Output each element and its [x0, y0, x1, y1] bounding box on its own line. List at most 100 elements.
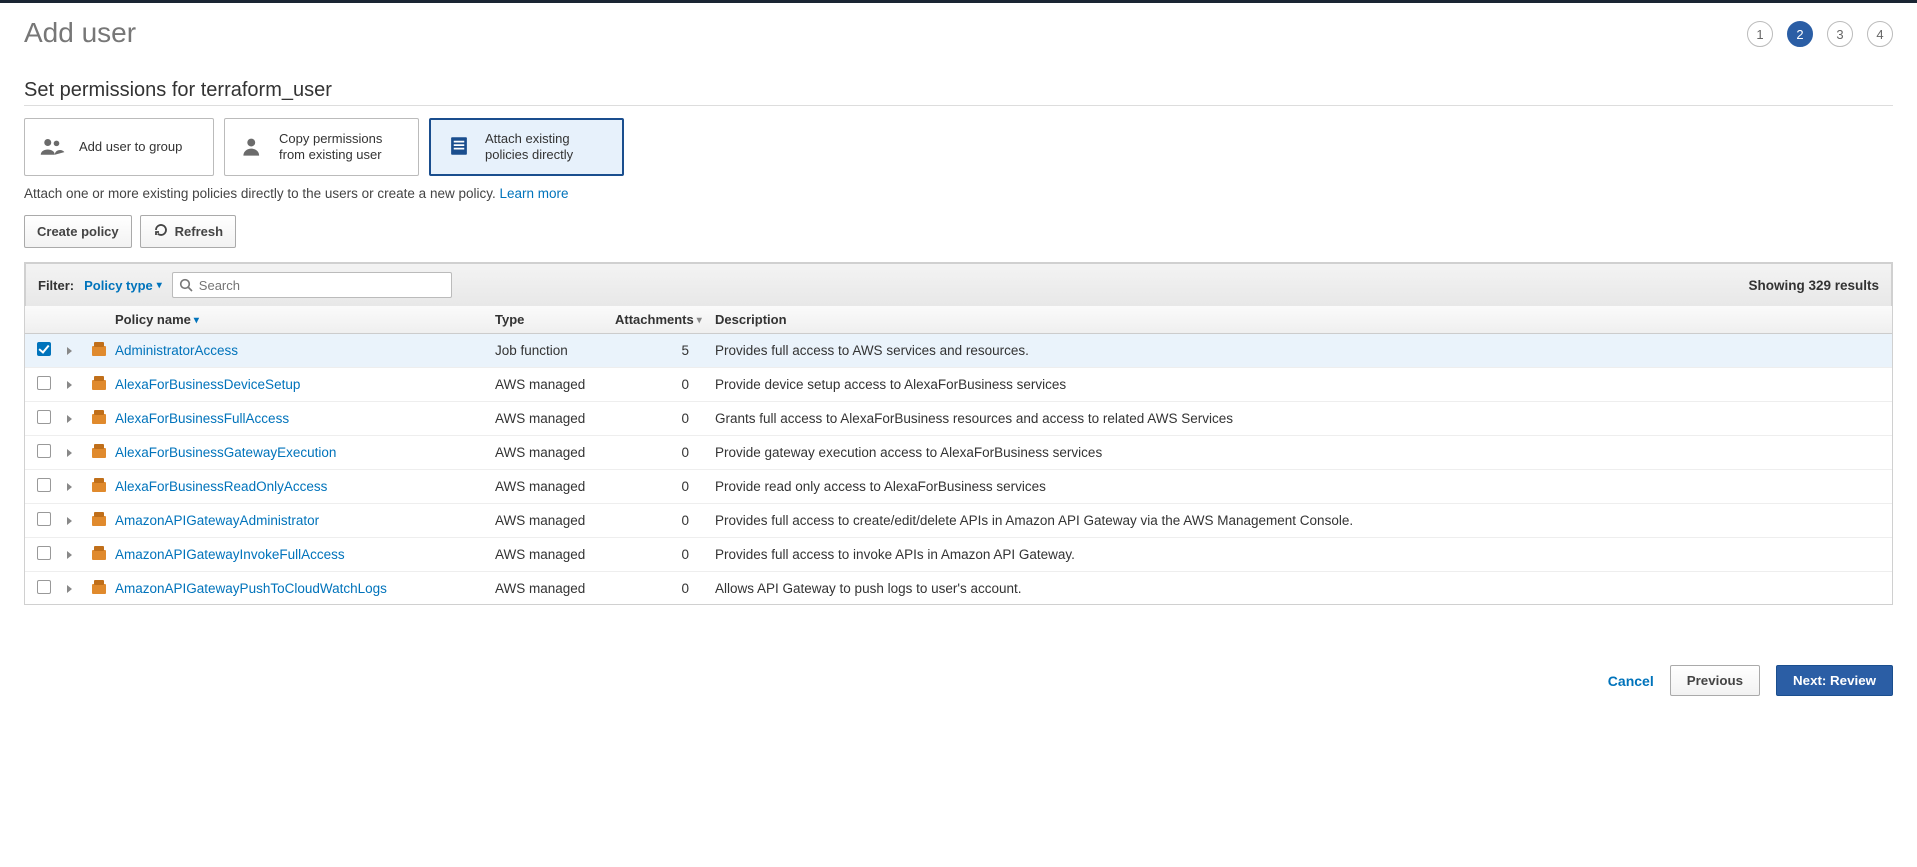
- policy-box-icon: [91, 342, 107, 356]
- policy-checkbox[interactable]: [37, 342, 51, 356]
- policy-description: Provides full access to AWS services and…: [707, 334, 1892, 368]
- results-count: Showing 329 results: [1748, 278, 1879, 293]
- policy-description: Grants full access to AlexaForBusiness r…: [707, 402, 1892, 436]
- section-title: Set permissions for terraform_user: [24, 79, 1893, 106]
- policy-type: AWS managed: [487, 470, 607, 504]
- policy-attachments: 5: [607, 334, 707, 368]
- table-row: AlexaForBusinessDeviceSetup AWS managed0P…: [25, 368, 1892, 402]
- table-row: AlexaForBusinessGatewayExecution AWS mana…: [25, 436, 1892, 470]
- policy-type: AWS managed: [487, 504, 607, 538]
- policy-checkbox[interactable]: [37, 478, 51, 492]
- next-review-button[interactable]: Next: Review: [1776, 665, 1893, 696]
- col-description: Description: [707, 306, 1892, 334]
- policy-box-icon: [91, 478, 107, 492]
- policy-description: Provides full access to create/edit/dele…: [707, 504, 1892, 538]
- policy-name-link[interactable]: AlexaForBusinessReadOnlyAccess: [115, 479, 327, 494]
- search-input[interactable]: [172, 272, 452, 298]
- policy-checkbox[interactable]: [37, 376, 51, 390]
- policy-checkbox[interactable]: [37, 410, 51, 424]
- sort-caret-icon: ▾: [194, 315, 199, 326]
- policy-description: Provides full access to invoke APIs in A…: [707, 538, 1892, 572]
- method-add-to-group[interactable]: Add user to group: [24, 118, 214, 176]
- refresh-icon: [153, 222, 169, 241]
- cancel-button[interactable]: Cancel: [1608, 673, 1654, 689]
- expand-icon[interactable]: [67, 483, 72, 491]
- table-row: AlexaForBusinessReadOnlyAccess AWS manage…: [25, 470, 1892, 504]
- page-title: Add user: [24, 17, 136, 49]
- policy-name-link[interactable]: AdministratorAccess: [115, 343, 238, 358]
- document-icon: [445, 134, 473, 161]
- table-row: AmazonAPIGatewayAdministrator AWS managed…: [25, 504, 1892, 538]
- policy-box-icon: [91, 546, 107, 560]
- policy-box-icon: [91, 444, 107, 458]
- policy-description: Allows API Gateway to push logs to user'…: [707, 572, 1892, 605]
- expand-icon[interactable]: [67, 517, 72, 525]
- policy-attachments: 0: [607, 402, 707, 436]
- wizard-step-1[interactable]: 1: [1747, 21, 1773, 47]
- expand-icon[interactable]: [67, 551, 72, 559]
- group-icon: [39, 134, 67, 161]
- helper-text: Attach one or more existing policies dir…: [24, 186, 1893, 201]
- search-icon: [178, 277, 194, 296]
- policy-name-link[interactable]: AmazonAPIGatewayAdministrator: [115, 513, 319, 528]
- filter-policy-type[interactable]: Policy type ▾: [84, 278, 162, 293]
- policy-description: Provide gateway execution access to Alex…: [707, 436, 1892, 470]
- policy-type: Job function: [487, 334, 607, 368]
- table-row: AlexaForBusinessFullAccess AWS managed0Gr…: [25, 402, 1892, 436]
- table-row: AmazonAPIGatewayPushToCloudWatchLogs AWS …: [25, 572, 1892, 605]
- expand-icon[interactable]: [67, 449, 72, 457]
- wizard-step-4[interactable]: 4: [1867, 21, 1893, 47]
- col-attachments[interactable]: Attachments▾: [607, 306, 707, 334]
- chevron-down-icon: ▾: [157, 280, 162, 291]
- wizard-steps: 1234: [1747, 17, 1893, 47]
- method-label: Attach existing policies directly: [485, 131, 608, 164]
- policy-attachments: 0: [607, 538, 707, 572]
- refresh-button[interactable]: Refresh: [140, 215, 236, 248]
- col-policy-name[interactable]: Policy name▾: [107, 306, 487, 334]
- policy-type: AWS managed: [487, 538, 607, 572]
- table-row: AmazonAPIGatewayInvokeFullAccess AWS mana…: [25, 538, 1892, 572]
- expand-icon[interactable]: [67, 381, 72, 389]
- wizard-step-2[interactable]: 2: [1787, 21, 1813, 47]
- user-icon: [239, 134, 267, 161]
- method-attach-policies[interactable]: Attach existing policies directly: [429, 118, 624, 176]
- policy-box-icon: [91, 376, 107, 390]
- policy-checkbox[interactable]: [37, 546, 51, 560]
- policy-name-link[interactable]: AlexaForBusinessFullAccess: [115, 411, 289, 426]
- policy-attachments: 0: [607, 572, 707, 605]
- policy-type: AWS managed: [487, 368, 607, 402]
- expand-icon[interactable]: [67, 585, 72, 593]
- policy-name-link[interactable]: AmazonAPIGatewayInvokeFullAccess: [115, 547, 345, 562]
- policy-attachments: 0: [607, 436, 707, 470]
- policy-checkbox[interactable]: [37, 512, 51, 526]
- policy-name-link[interactable]: AlexaForBusinessGatewayExecution: [115, 445, 336, 460]
- create-policy-button[interactable]: Create policy: [24, 215, 132, 248]
- learn-more-link[interactable]: Learn more: [499, 186, 568, 201]
- policy-type: AWS managed: [487, 402, 607, 436]
- policy-type: AWS managed: [487, 572, 607, 605]
- expand-icon[interactable]: [67, 415, 72, 423]
- method-label: Add user to group: [79, 139, 182, 155]
- method-copy-permissions[interactable]: Copy permissions from existing user: [224, 118, 419, 176]
- policy-box-icon: [91, 580, 107, 594]
- table-row: AdministratorAccess Job function5Provides…: [25, 334, 1892, 368]
- policy-checkbox[interactable]: [37, 444, 51, 458]
- previous-button[interactable]: Previous: [1670, 665, 1760, 696]
- policy-name-link[interactable]: AmazonAPIGatewayPushToCloudWatchLogs: [115, 581, 387, 596]
- policy-type: AWS managed: [487, 436, 607, 470]
- method-label: Copy permissions from existing user: [279, 131, 404, 164]
- policy-attachments: 0: [607, 470, 707, 504]
- filter-label: Filter:: [38, 278, 74, 293]
- refresh-label: Refresh: [175, 224, 223, 239]
- policy-box-icon: [91, 410, 107, 424]
- policy-description: Provide device setup access to AlexaForB…: [707, 368, 1892, 402]
- expand-icon[interactable]: [67, 347, 72, 355]
- sort-caret-icon: ▾: [697, 315, 702, 326]
- policy-description: Provide read only access to AlexaForBusi…: [707, 470, 1892, 504]
- policy-name-link[interactable]: AlexaForBusinessDeviceSetup: [115, 377, 300, 392]
- wizard-step-3[interactable]: 3: [1827, 21, 1853, 47]
- col-type[interactable]: Type: [487, 306, 607, 334]
- policy-box-icon: [91, 512, 107, 526]
- policy-checkbox[interactable]: [37, 580, 51, 594]
- policy-attachments: 0: [607, 368, 707, 402]
